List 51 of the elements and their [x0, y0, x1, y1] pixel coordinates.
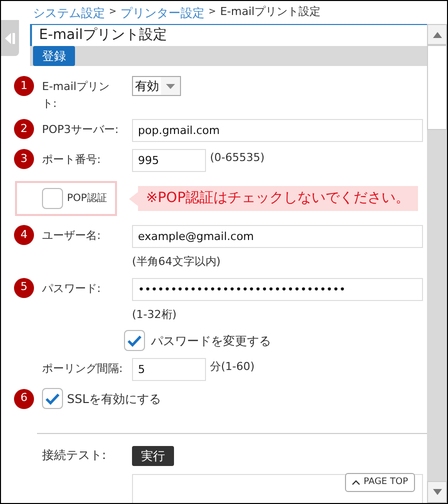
checkbox[interactable] — [124, 330, 145, 351]
sidebar-toggle-tab[interactable] — [1, 20, 19, 56]
run-button[interactable]: 実行 — [132, 446, 174, 466]
breadcrumb-link[interactable]: プリンター設定 — [120, 4, 205, 22]
text-field[interactable]: •••••••••••••••••••••••••••••••• — [132, 278, 423, 300]
checkbox[interactable] — [42, 188, 63, 209]
field-label: パスワード: — [42, 280, 102, 296]
step-number-badge: 4 — [14, 225, 34, 245]
checkbox[interactable] — [42, 388, 63, 409]
text-field[interactable]: 5 — [132, 358, 206, 381]
field-label: ポート番号: — [42, 152, 102, 168]
save-button[interactable]: 登録 — [33, 46, 75, 66]
select-value: 有効 — [133, 77, 161, 95]
step-number-badge: 6 — [14, 388, 34, 408]
field-label: POP3サーバー: — [42, 122, 120, 138]
step-number-badge: 1 — [14, 76, 34, 96]
text-field[interactable]: 995 — [132, 149, 206, 172]
callout-pointer-icon — [129, 192, 138, 206]
field-hint: (半角64文字以内) — [132, 254, 222, 270]
caret-up-icon — [352, 480, 360, 485]
step-number-badge: 5 — [14, 278, 34, 298]
panel-title: E-mailプリント設定 — [39, 26, 167, 45]
text-field[interactable]: pop.gmail.com — [132, 119, 423, 142]
scroll-up-button[interactable] — [427, 24, 447, 45]
field-label: E-mailプリント: — [42, 79, 110, 112]
field-label: ユーザー名: — [42, 228, 102, 244]
down-arrow-icon — [432, 489, 442, 495]
checkmark-icon — [127, 334, 142, 346]
text-field[interactable]: example@gmail.com — [132, 225, 423, 248]
step-number-badge: 3 — [14, 149, 34, 169]
page-top-button[interactable]: PAGE TOP — [344, 473, 415, 492]
up-arrow-icon — [432, 32, 442, 38]
collapse-icon — [4, 32, 16, 44]
field-label: ポーリング間隔: — [42, 361, 124, 377]
range-hint: 分(1-60) — [210, 359, 255, 375]
scroll-down-button[interactable] — [427, 481, 447, 503]
field-label: 接続テスト: — [42, 447, 108, 464]
checkbox-label: POP認証 — [67, 192, 107, 206]
breadcrumb-separator: > — [109, 6, 117, 19]
checkbox-label: パスワードを変更する — [151, 332, 271, 350]
breadcrumb-current: E-mailプリント設定 — [220, 4, 321, 20]
select-field[interactable]: 有効 — [132, 76, 181, 96]
step-number-badge: 2 — [14, 119, 34, 139]
scroll-thumb[interactable] — [427, 45, 447, 130]
breadcrumb-link[interactable]: システム設定 — [33, 4, 105, 22]
range-hint: (0-65535) — [210, 150, 265, 166]
breadcrumb-separator: > — [208, 6, 216, 19]
checkmark-icon — [45, 392, 60, 404]
checkbox-label: SSLを有効にする — [67, 390, 161, 408]
field-hint: (1-32桁) — [132, 306, 178, 322]
dropdown-caret-icon — [166, 84, 175, 88]
